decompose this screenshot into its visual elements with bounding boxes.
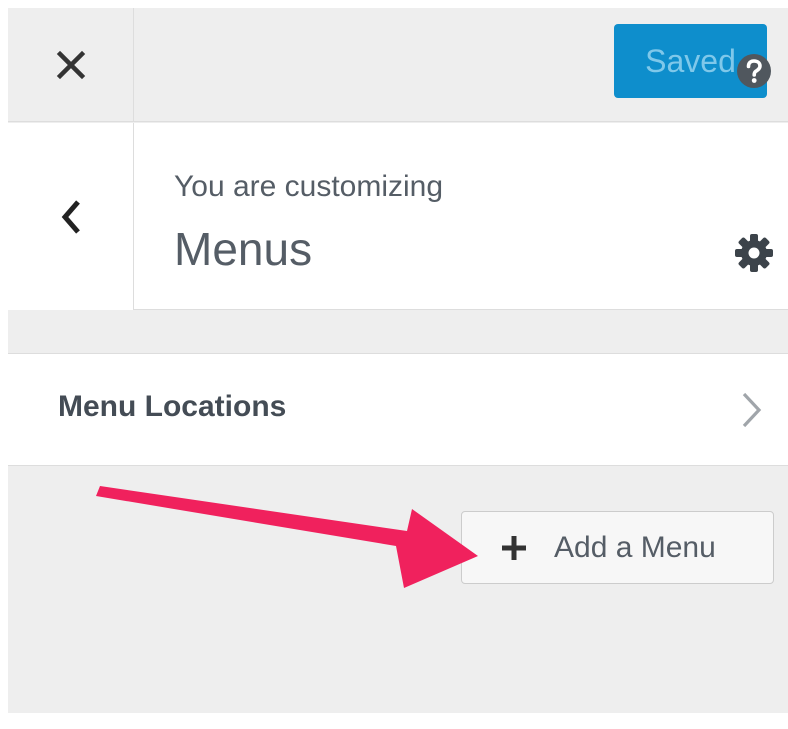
add-menu-label: Add a Menu xyxy=(554,530,716,564)
customizer-panel: Saved You are customizing Menus Menu Loc… xyxy=(8,8,788,713)
customizer-info-section: You are customizing Menus xyxy=(8,123,788,310)
gear-icon xyxy=(735,234,773,272)
menu-locations-section[interactable]: Menu Locations xyxy=(8,353,788,466)
chevron-left-icon xyxy=(61,199,80,234)
screenshot-canvas: Saved You are customizing Menus Menu Loc… xyxy=(0,0,788,729)
close-icon xyxy=(56,50,85,80)
back-button[interactable] xyxy=(8,123,134,310)
menu-locations-label: Menu Locations xyxy=(58,390,287,423)
customizer-header: Saved xyxy=(8,8,788,122)
add-menu-button[interactable]: Add a Menu xyxy=(461,511,774,584)
plus-icon xyxy=(502,535,526,560)
page-title: Menus xyxy=(174,223,313,275)
settings-button[interactable] xyxy=(733,232,775,274)
help-icon xyxy=(737,54,771,88)
chevron-right-icon xyxy=(742,392,762,428)
help-button[interactable] xyxy=(735,52,773,90)
customizing-label: You are customizing xyxy=(174,170,444,203)
close-button[interactable] xyxy=(8,8,134,122)
